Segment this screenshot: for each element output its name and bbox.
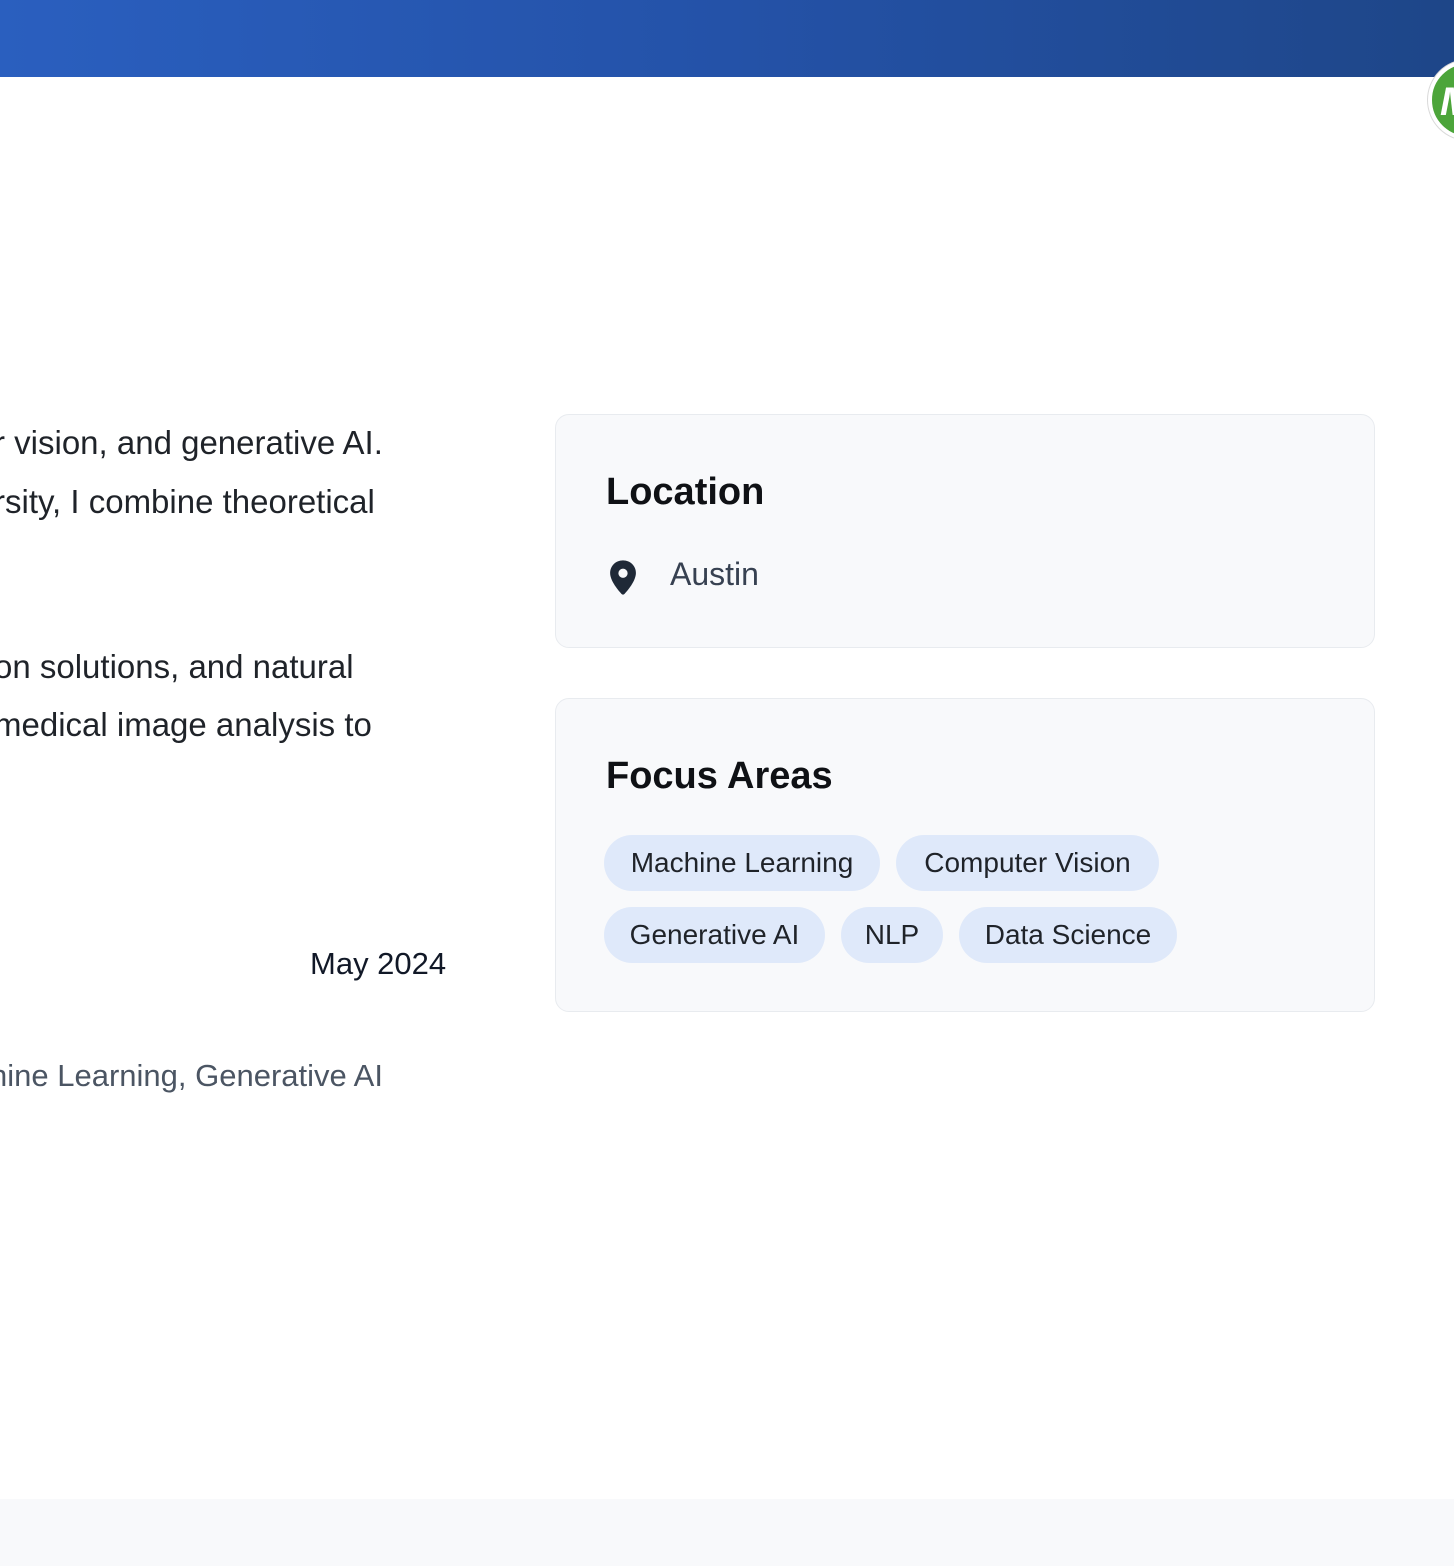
location-city: Austin [670,556,759,592]
entry-date: May 2024 [310,946,447,981]
focus-areas-title: Focus Areas [606,755,833,797]
focus-chip-nlp[interactable]: NLP [841,907,943,963]
bio-text-line: rsity, I combine theoretical [0,483,375,520]
focus-chip-machine-learning[interactable]: Machine Learning [604,835,880,891]
bio-text-line: on solutions, and natural [0,648,354,685]
location-card: Location Austin [555,414,1375,648]
page-footer [0,1499,1454,1566]
header-banner [0,0,1454,77]
focus-chip-generative-ai[interactable]: Generative AI [604,907,825,963]
focus-chip-computer-vision[interactable]: Computer Vision [896,835,1159,891]
bio-text-line: r vision, and generative AI. [0,424,383,461]
avatar-initial: M [1440,80,1454,125]
location-card-title: Location [606,471,765,513]
focus-areas-card: Focus Areas Machine Learning Computer Vi… [555,698,1375,1012]
bio-text-line: medical image analysis to [0,706,372,743]
map-pin-icon [610,560,636,595]
focus-chip-data-science[interactable]: Data Science [959,907,1177,963]
entry-tags: hine Learning, Generative AI [0,1058,383,1093]
